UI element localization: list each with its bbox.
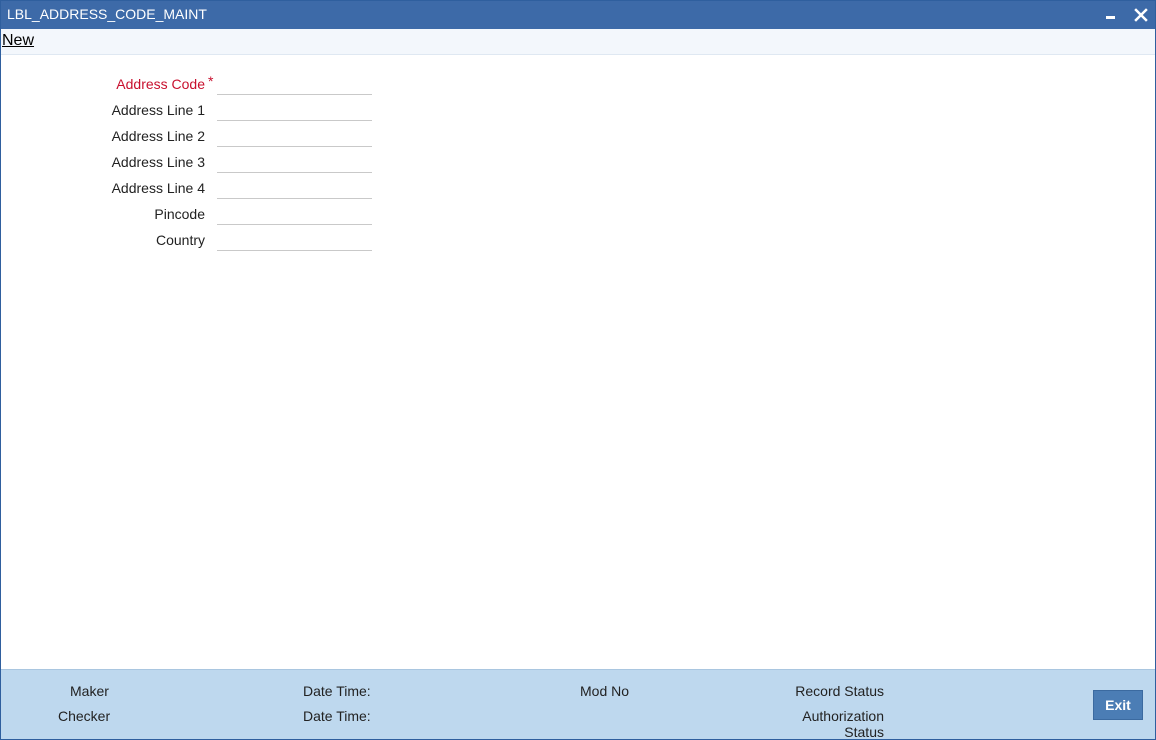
checker-datetime-label: Date Time: (303, 708, 371, 724)
authorization-status-label-line2: Status (844, 724, 884, 740)
address-line-2-label: Address Line 2 (111, 128, 205, 144)
address-line-1-label: Address Line 1 (111, 102, 205, 118)
close-icon[interactable] (1131, 5, 1151, 25)
minimize-icon[interactable] (1101, 5, 1121, 25)
new-link[interactable]: New (2, 32, 34, 50)
maker-datetime-label: Date Time: (303, 683, 371, 699)
checker-label: Checker (58, 708, 111, 724)
field-row-country: Country (1, 225, 401, 251)
country-label: Country (155, 232, 205, 248)
field-row-address-line-3: Address Line 3 (1, 147, 401, 173)
maintenance-window: LBL_ADDRESS_CODE_MAINT New Address Code … (0, 0, 1156, 740)
field-row-address-line-4: Address Line 4 (1, 173, 401, 199)
toolbar: New (1, 29, 1155, 55)
required-marker: * (208, 73, 214, 89)
field-row-pincode: Pincode (1, 199, 401, 225)
address-line-4-input[interactable] (217, 175, 372, 199)
pincode-input[interactable] (217, 201, 372, 225)
address-code-input[interactable] (217, 71, 372, 95)
title-bar: LBL_ADDRESS_CODE_MAINT (1, 1, 1155, 29)
field-row-address-line-2: Address Line 2 (1, 121, 401, 147)
field-row-address-code: Address Code * (1, 69, 401, 95)
address-line-4-label: Address Line 4 (111, 180, 205, 196)
pincode-label: Pincode (154, 206, 205, 222)
address-line-2-input[interactable] (217, 123, 372, 147)
address-code-label: Address Code (116, 76, 205, 92)
address-line-1-input[interactable] (217, 97, 372, 121)
mod-no-label: Mod No (580, 683, 630, 699)
window-title: LBL_ADDRESS_CODE_MAINT (7, 6, 207, 22)
field-row-address-line-1: Address Line 1 (1, 95, 401, 121)
address-form: Address Code * Address Line 1 Address Li… (1, 55, 1155, 669)
address-line-3-input[interactable] (217, 149, 372, 173)
audit-footer: Maker Checker Date Time: Date Time: Mod … (1, 669, 1155, 740)
record-status-label: Record Status (795, 683, 884, 699)
address-line-3-label: Address Line 3 (111, 154, 205, 170)
exit-button[interactable]: Exit (1093, 690, 1143, 720)
authorization-status-label-line1: Authorization (802, 708, 884, 724)
maker-label: Maker (70, 683, 109, 699)
country-input[interactable] (217, 227, 372, 251)
